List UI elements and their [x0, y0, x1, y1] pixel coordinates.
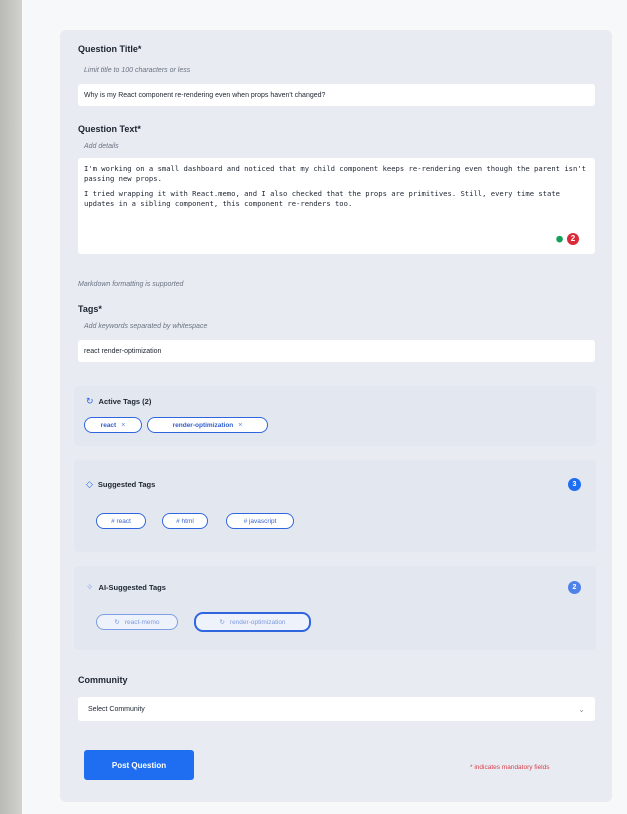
tags-input-value: react render-optimization — [84, 347, 162, 355]
question-text-paragraph: I tried wrapping it with React.memo, and… — [84, 189, 565, 208]
refresh-icon: ↻ — [86, 396, 94, 406]
tag-label: react — [100, 421, 117, 429]
suggested-tag-chip[interactable]: # react — [96, 513, 146, 529]
active-tag-chip[interactable]: react × — [84, 417, 142, 433]
grammar-issues-badge[interactable]: 2 — [567, 233, 579, 245]
community-select[interactable]: Select Community ⌄ — [78, 697, 595, 721]
active-tags-panel — [74, 386, 596, 446]
suggested-tag-chip[interactable]: # html — [162, 513, 208, 529]
question-text-label: Question Text* — [78, 124, 141, 134]
ai-tags-count-badge: 2 — [568, 581, 581, 594]
active-tags-header: ↻ Active Tags (2) — [86, 396, 151, 407]
tag-label: react-memo — [124, 618, 160, 626]
markdown-note: Markdown formatting is supported — [78, 281, 184, 288]
question-text-hint: Add details — [84, 143, 119, 150]
tags-hint: Add keywords separated by whitespace — [84, 323, 208, 330]
community-selected-value: Select Community — [88, 705, 145, 713]
remove-tag-icon[interactable]: × — [121, 422, 125, 429]
ai-tag-chip[interactable]: ↻ render-optimization — [194, 612, 311, 632]
active-tags-title: Active Tags (2) — [98, 397, 152, 406]
tag-label: render-optimization — [172, 421, 234, 429]
suggested-tags-title: Suggested Tags — [97, 480, 156, 489]
suggested-tag-chip[interactable]: # javascript — [226, 513, 294, 529]
chevron-down-icon: ⌄ — [578, 704, 585, 714]
sparkle-icon: ✧ — [86, 582, 94, 592]
remove-tag-icon[interactable]: × — [238, 422, 242, 429]
tag-icon: ↻ — [114, 619, 120, 626]
community-label: Community — [78, 675, 128, 685]
editor-status-icons: ● 2 — [555, 233, 579, 245]
page-backdrop — [0, 0, 22, 814]
question-title-value: Why is my React component re-rendering e… — [84, 91, 326, 99]
mandatory-fields-note: * indicates mandatory fields — [470, 764, 550, 771]
ai-tags-panel — [74, 566, 596, 650]
location-pin-icon: ● — [556, 232, 563, 245]
tag-label: render-optimization — [229, 618, 286, 626]
ai-tags-header: ✧ AI-Suggested Tags — [86, 582, 166, 593]
active-tag-chip[interactable]: render-optimization × — [147, 417, 268, 433]
suggested-tags-count-badge: 3 — [568, 478, 581, 491]
suggested-tags-header: ◇ Suggested Tags — [86, 479, 155, 490]
ai-tag-chip[interactable]: ↻ react-memo — [96, 614, 178, 630]
post-question-button[interactable]: Post Question — [84, 750, 194, 780]
tags-input[interactable]: react render-optimization — [78, 340, 595, 362]
tag-icon: ↻ — [219, 619, 225, 626]
tags-label: Tags* — [78, 304, 102, 314]
tag-icon: ◇ — [86, 479, 93, 489]
question-title-input[interactable]: Why is my React component re-rendering e… — [78, 84, 595, 106]
question-title-hint: Limit title to 100 characters or less — [84, 67, 191, 74]
question-text-paragraph: I'm working on a small dashboard and not… — [84, 164, 591, 183]
question-text-editor[interactable]: I'm working on a small dashboard and not… — [78, 158, 595, 254]
ai-tags-title: AI-Suggested Tags — [98, 583, 166, 592]
question-title-label: Question Title* — [78, 44, 142, 54]
suggested-tags-panel — [74, 460, 596, 552]
